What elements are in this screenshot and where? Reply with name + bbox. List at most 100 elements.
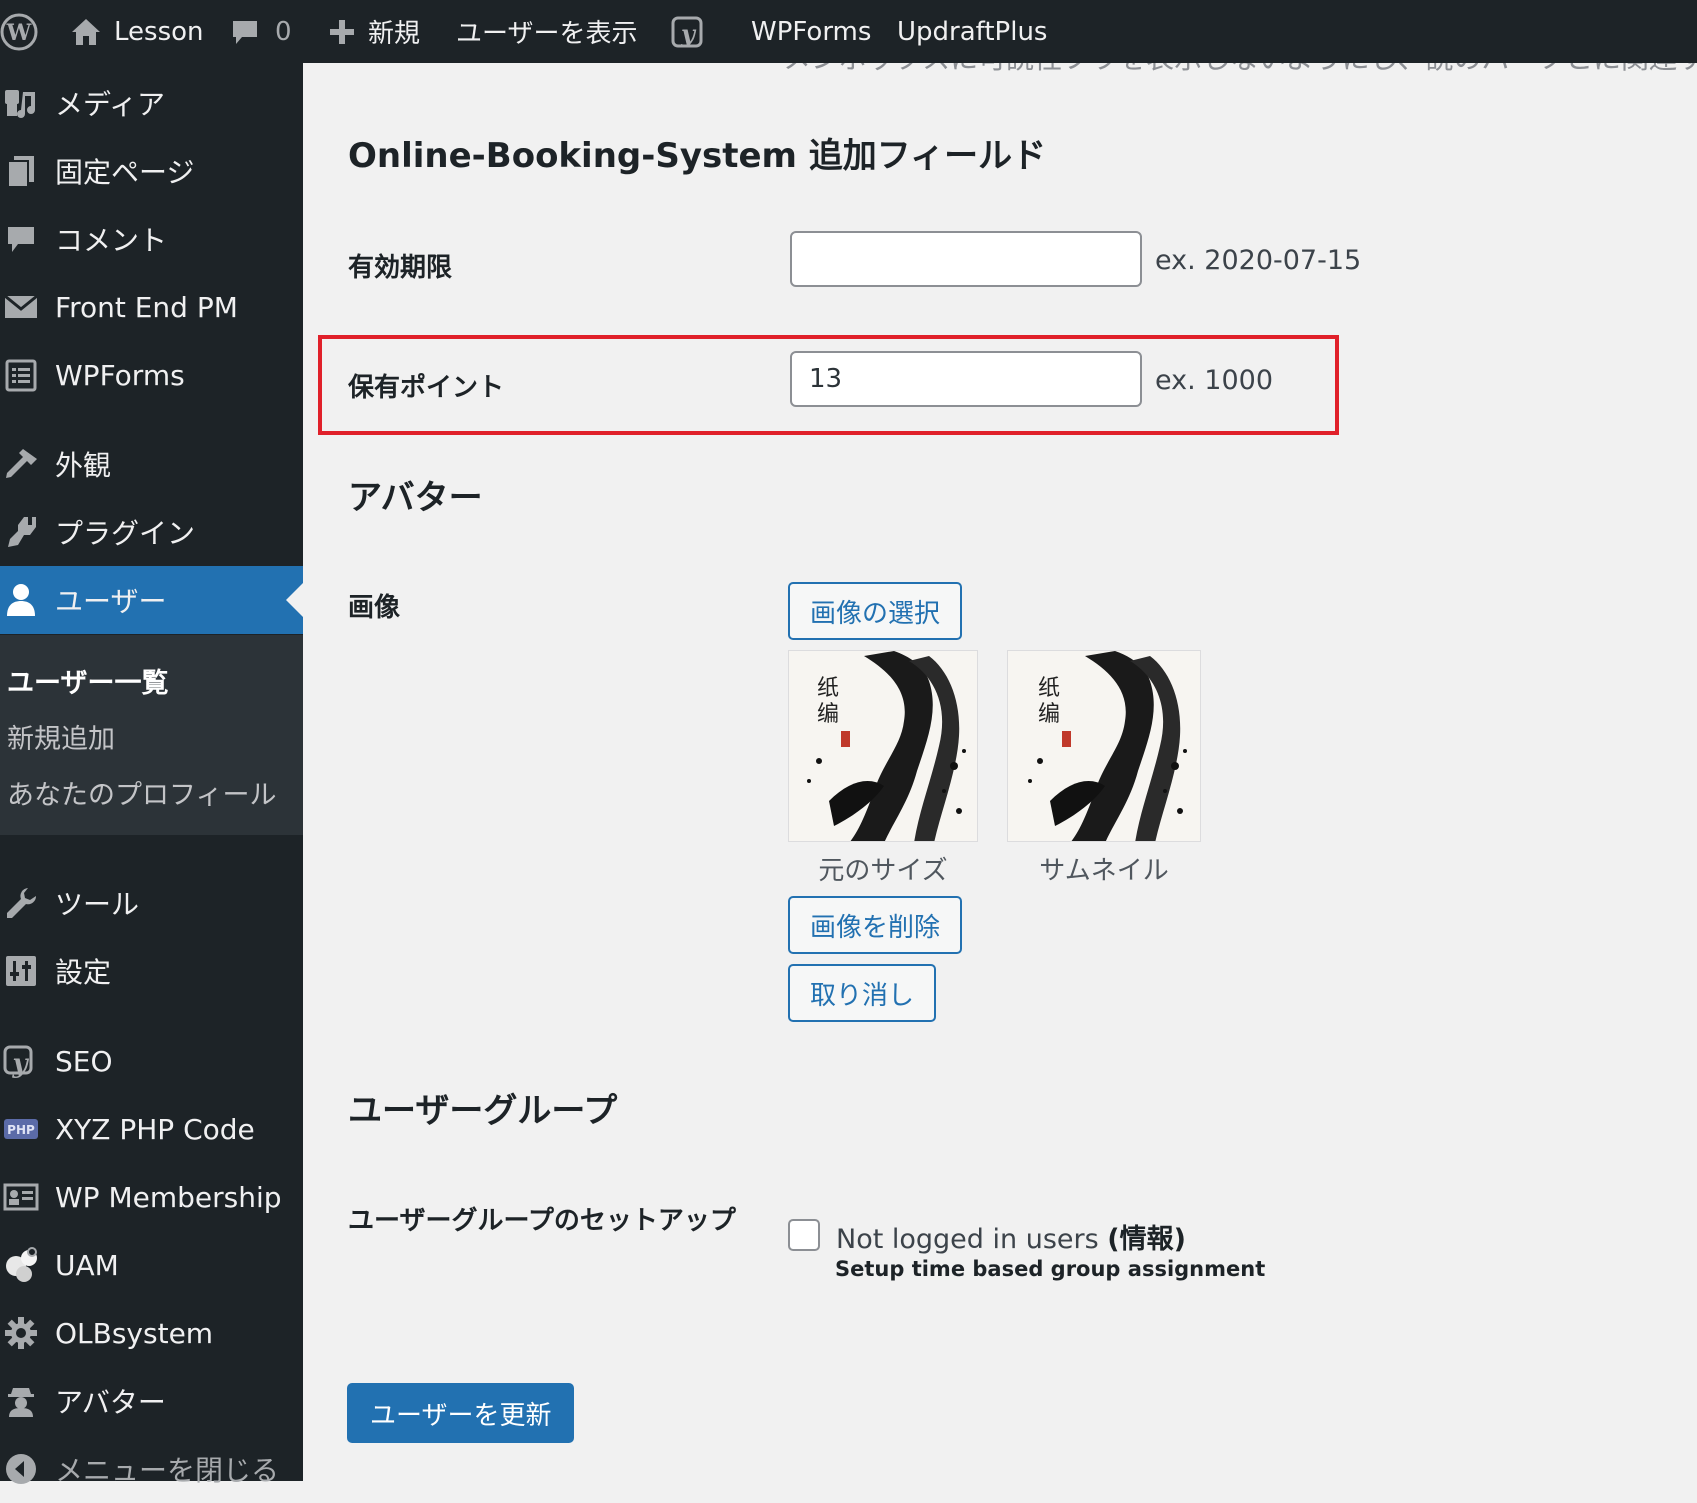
caption-original-size: 元のサイズ bbox=[818, 856, 948, 886]
pages-icon bbox=[2, 152, 40, 190]
usergroup-setup-label: ユーザーグループのセットアップ bbox=[348, 1206, 736, 1236]
sidebar-item-pages[interactable]: 固定ページ bbox=[0, 137, 303, 205]
admin-bar: W Lesson 0 新規 ユーザーを表示 y WPForms UpdraftP… bbox=[0, 0, 1697, 63]
svg-text:纸: 纸 bbox=[1038, 676, 1060, 701]
cancel-button[interactable]: 取り消し bbox=[788, 964, 937, 1022]
sidebar-item-label: 固定ページ bbox=[55, 156, 195, 189]
avatar-thumbnail-image: 纸 编 bbox=[1007, 650, 1201, 842]
sidebar-item-label: コメント bbox=[55, 224, 168, 257]
site-name-link[interactable]: Lesson bbox=[70, 0, 204, 63]
sidebar-item-id-card[interactable]: WP Membership bbox=[0, 1163, 303, 1231]
sidebar-item-label: メディア bbox=[55, 88, 166, 121]
svg-text:y: y bbox=[680, 19, 697, 48]
sidebar-item-label: Front End PM bbox=[55, 290, 238, 324]
collapse-icon bbox=[2, 1450, 40, 1488]
comments-count: 0 bbox=[275, 16, 292, 47]
sidebar-item-label: ツール bbox=[55, 888, 140, 921]
sidebar-item-users[interactable]: ユーザー bbox=[0, 566, 303, 634]
yoast-icon[interactable]: y bbox=[670, 0, 708, 63]
media-icon bbox=[2, 84, 40, 122]
forms-icon bbox=[2, 356, 40, 394]
yoast-icon: y bbox=[2, 1042, 40, 1080]
expiry-label: 有効期限 bbox=[348, 253, 453, 283]
svg-text:编: 编 bbox=[1038, 702, 1060, 727]
sidebar-item-yoast[interactable]: y SEO bbox=[0, 1027, 303, 1095]
users-submenu: ユーザー一覧 新規追加 あなたのプロフィール bbox=[0, 635, 303, 835]
not-logged-in-label[interactable]: Not logged in users (情報) bbox=[836, 1217, 1186, 1256]
svg-text:编: 编 bbox=[817, 702, 839, 727]
comment-bubble-icon bbox=[230, 17, 260, 47]
points-input[interactable] bbox=[790, 351, 1142, 407]
submenu-item-add-new[interactable]: 新規追加 bbox=[7, 717, 115, 756]
wpforms-link[interactable]: WPForms bbox=[751, 0, 871, 63]
svg-text:W: W bbox=[6, 20, 32, 46]
tools-icon bbox=[2, 884, 40, 922]
sidebar-item-label: ユーザー bbox=[55, 585, 167, 618]
sidebar-item-appearance[interactable]: 外観 bbox=[0, 430, 303, 498]
uam-icon bbox=[2, 1246, 40, 1284]
sidebar-item-tools[interactable]: ツール bbox=[0, 869, 303, 937]
php-icon: PHP bbox=[2, 1110, 40, 1148]
view-user-link[interactable]: ユーザーを表示 bbox=[456, 0, 637, 63]
submenu-item-all-users[interactable]: ユーザー一覧 bbox=[7, 661, 168, 700]
sidebar-item-forms[interactable]: WPForms bbox=[0, 341, 303, 409]
main-content: メンボックスに可読性フラを表示しないようにし、説のパーツとに関連す Online… bbox=[303, 63, 1697, 1481]
svg-text:y: y bbox=[11, 1049, 29, 1079]
sidebar-item-label: UAM bbox=[55, 1248, 119, 1282]
site-name: Lesson bbox=[114, 16, 204, 47]
info-link[interactable]: (情報) bbox=[1107, 1224, 1186, 1255]
time-based-assignment-link[interactable]: Setup time based group assignment bbox=[835, 1257, 1265, 1281]
sidebar-item-label: XYZ PHP Code bbox=[55, 1112, 255, 1146]
sidebar-item-php[interactable]: PHP XYZ PHP Code bbox=[0, 1095, 303, 1163]
sidebar-item-gear[interactable]: OLBsystem bbox=[0, 1299, 303, 1367]
submenu-item-profile[interactable]: あなたのプロフィール bbox=[7, 773, 276, 812]
updraftplus-link[interactable]: UpdraftPlus bbox=[897, 0, 1047, 63]
sidebar-item-label: プラグイン bbox=[55, 517, 196, 550]
truncated-description: メンボックスに可読性フラを表示しないようにし、説のパーツとに関連す bbox=[783, 63, 1697, 77]
sidebar-item-collapse[interactable]: メニューを閉じる bbox=[0, 1435, 303, 1503]
sidebar-item-uam[interactable]: UAM bbox=[0, 1231, 303, 1299]
expiry-hint: ex. 2020-07-15 bbox=[1155, 245, 1362, 276]
avatar-icon bbox=[2, 1382, 40, 1420]
sidebar-item-label: SEO bbox=[55, 1044, 113, 1078]
comments-icon bbox=[2, 220, 40, 258]
appearance-icon bbox=[2, 445, 40, 483]
sidebar-item-settings[interactable]: 設定 bbox=[0, 937, 303, 1005]
sidebar-item-label: WPForms bbox=[55, 358, 185, 392]
sidebar-item-envelope[interactable]: Front End PM bbox=[0, 273, 303, 341]
expiry-input[interactable] bbox=[790, 231, 1142, 287]
sidebar-item-label: メニューを閉じる bbox=[55, 1454, 280, 1487]
points-label: 保有ポイント bbox=[348, 373, 505, 403]
remove-image-button[interactable]: 画像を削除 bbox=[788, 896, 963, 954]
admin-sidebar: ユーザー一覧 新規追加 あなたのプロフィール メディア固定ページコメント Fron… bbox=[0, 63, 303, 1487]
not-logged-in-text: Not logged in users bbox=[836, 1224, 1099, 1255]
plus-icon bbox=[328, 18, 356, 46]
sidebar-item-label: アバター bbox=[55, 1386, 166, 1419]
usergroup-section-title: ユーザーグループ bbox=[348, 1091, 618, 1131]
comments-link[interactable]: 0 bbox=[230, 0, 292, 63]
envelope-icon bbox=[2, 288, 40, 326]
sidebar-item-comments[interactable]: コメント bbox=[0, 205, 303, 273]
sidebar-item-label: OLBsystem bbox=[55, 1316, 214, 1350]
settings-icon bbox=[2, 952, 40, 990]
caption-thumbnail: サムネイル bbox=[1039, 856, 1169, 886]
sidebar-item-avatar[interactable]: アバター bbox=[0, 1367, 303, 1435]
home-icon bbox=[70, 17, 102, 47]
not-logged-in-checkbox[interactable] bbox=[788, 1219, 820, 1251]
users-icon bbox=[2, 581, 40, 619]
sidebar-item-label: 設定 bbox=[55, 956, 112, 989]
plugins-icon bbox=[2, 513, 40, 551]
update-user-button[interactable]: ユーザーを更新 bbox=[347, 1383, 575, 1443]
gear-icon bbox=[2, 1314, 40, 1352]
new-label: 新規 bbox=[368, 19, 421, 49]
sidebar-item-media[interactable]: メディア bbox=[0, 69, 303, 137]
svg-text:PHP: PHP bbox=[7, 1123, 35, 1137]
select-image-button[interactable]: 画像の選択 bbox=[788, 582, 963, 640]
sidebar-item-label: WP Membership bbox=[55, 1180, 282, 1214]
points-hint: ex. 1000 bbox=[1155, 365, 1273, 396]
wordpress-logo-icon[interactable]: W bbox=[0, 0, 38, 63]
avatar-section-title: アバター bbox=[348, 478, 483, 518]
new-content-link[interactable]: 新規 bbox=[328, 0, 420, 63]
sidebar-item-plugins[interactable]: プラグイン bbox=[0, 498, 303, 566]
obs-section-title: Online-Booking-System 追加フィールド bbox=[348, 136, 1047, 176]
